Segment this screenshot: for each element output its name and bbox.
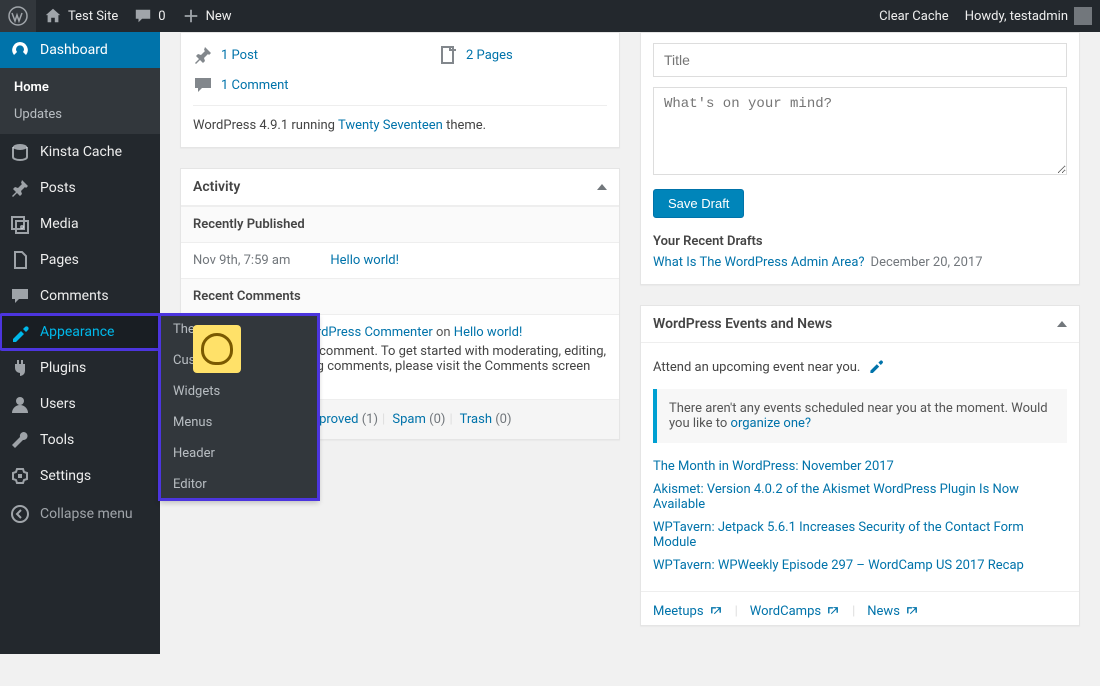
save-draft-button[interactable]: Save Draft xyxy=(653,189,744,218)
menu-comments[interactable]: Comments xyxy=(0,278,160,314)
adminbar-comments[interactable]: 0 xyxy=(126,0,173,32)
submenu-appearance-header[interactable]: Header xyxy=(159,438,319,469)
clear-cache-link[interactable]: Clear Cache xyxy=(871,0,957,32)
dashboard-icon xyxy=(10,40,30,60)
adminbar-new[interactable]: New xyxy=(174,0,240,32)
news-list: The Month in WordPress: November 2017 Aki… xyxy=(653,455,1067,577)
news-item[interactable]: WPTavern: Jetpack 5.6.1 Increases Securi… xyxy=(653,520,1024,550)
menu-plugins[interactable]: Plugins xyxy=(0,350,160,386)
site-name: Test Site xyxy=(68,9,118,24)
pin-icon xyxy=(193,45,213,65)
media-icon xyxy=(10,214,30,234)
wp-logo[interactable] xyxy=(0,0,36,32)
plus-icon xyxy=(182,7,200,25)
wp-version-line: WordPress 4.9.1 running Twenty Seventeen… xyxy=(193,105,607,133)
recent-comments-heading: Recent Comments xyxy=(181,278,619,315)
howdy-text: Howdy, testadmin xyxy=(965,9,1068,24)
menu-kinsta-cache[interactable]: Kinsta Cache xyxy=(0,134,160,170)
theme-link[interactable]: Twenty Seventeen xyxy=(338,118,443,133)
menu-settings[interactable]: Settings xyxy=(0,458,160,494)
draft-link[interactable]: What Is The WordPress Admin Area? xyxy=(653,255,865,270)
submenu-dashboard: Home Updates xyxy=(0,68,160,134)
admin-menu: Dashboard Home Updates Kinsta Cache Post… xyxy=(0,32,160,654)
plugins-icon xyxy=(10,358,30,378)
glance-pages[interactable]: 2 Pages xyxy=(438,45,513,65)
pencil-icon xyxy=(868,357,884,373)
submenu-updates[interactable]: Updates xyxy=(0,101,160,128)
site-name-link[interactable]: Test Site xyxy=(36,0,126,32)
menu-dashboard[interactable]: Dashboard xyxy=(0,32,160,68)
events-footer-links: Meetups | WordCamps | News xyxy=(641,591,1079,625)
news-item[interactable]: Akismet: Version 4.0.2 of the Akismet Wo… xyxy=(653,482,1019,512)
glance-comments[interactable]: 1 Comment xyxy=(193,75,607,105)
pages-icon xyxy=(438,45,458,65)
users-icon xyxy=(10,394,30,414)
news-item[interactable]: WPTavern: WPWeekly Episode 297 – WordCam… xyxy=(653,558,1024,573)
menu-tools[interactable]: Tools xyxy=(0,422,160,458)
widget-quick-draft: Save Draft Your Recent Drafts What Is Th… xyxy=(640,32,1080,285)
tools-icon xyxy=(10,430,30,450)
wordcamps-link[interactable]: WordCamps xyxy=(750,604,840,619)
news-item[interactable]: The Month in WordPress: November 2017 xyxy=(653,459,894,474)
edit-location-button[interactable] xyxy=(868,357,884,377)
glance-posts[interactable]: 1 Post xyxy=(193,45,258,65)
adminbar-comment-count: 0 xyxy=(158,9,165,24)
submenu-appearance-widgets[interactable]: Widgets xyxy=(159,376,319,407)
widget-events-news: WordPress Events and News Attend an upco… xyxy=(640,305,1080,626)
published-date: Nov 9th, 7:59 am xyxy=(193,253,290,268)
external-icon xyxy=(826,605,840,619)
menu-appearance[interactable]: Appearance ThemesCustomizeWidgetsMenusHe… xyxy=(0,314,160,350)
activity-title: Activity xyxy=(193,179,240,195)
adminbar-new-label: New xyxy=(206,9,232,24)
no-events-note: There aren't any events scheduled near y… xyxy=(653,389,1067,443)
home-icon xyxy=(44,7,62,25)
external-icon xyxy=(905,605,919,619)
published-link[interactable]: Hello world! xyxy=(330,253,399,268)
organize-link[interactable]: organize one? xyxy=(731,416,812,431)
menu-media[interactable]: Media xyxy=(0,206,160,242)
news-link[interactable]: News xyxy=(867,604,919,619)
mod-spam[interactable]: Spam xyxy=(392,412,426,427)
events-title: WordPress Events and News xyxy=(653,316,832,332)
recently-published-heading: Recently Published xyxy=(181,206,619,243)
database-icon xyxy=(10,142,30,162)
appearance-icon xyxy=(10,322,30,342)
comments-icon xyxy=(10,286,30,306)
wordpress-icon xyxy=(8,6,28,26)
collapse-icon xyxy=(10,504,30,524)
menu-users[interactable]: Users xyxy=(0,386,160,422)
menu-posts[interactable]: Posts xyxy=(0,170,160,206)
toggle-activity[interactable] xyxy=(597,184,607,190)
widget-at-a-glance: 1 Post 2 Pages 1 Comment WordPress 4.9.1… xyxy=(180,32,620,148)
pin-icon xyxy=(10,178,30,198)
toggle-events[interactable] xyxy=(1057,321,1067,327)
submenu-appearance-menus[interactable]: Menus xyxy=(159,407,319,438)
menu-pages[interactable]: Pages xyxy=(0,242,160,278)
events-intro: Attend an upcoming event near you. xyxy=(653,360,860,375)
published-item: Nov 9th, 7:59 am Hello world! xyxy=(181,243,619,278)
meetups-link[interactable]: Meetups xyxy=(653,604,723,619)
avatar xyxy=(1074,7,1092,25)
external-icon xyxy=(709,605,723,619)
mod-trash[interactable]: Trash xyxy=(460,412,492,427)
draft-title-input[interactable] xyxy=(653,43,1067,77)
admin-bar: Test Site 0 New Clear Cache Howdy, testa… xyxy=(0,0,1100,32)
recent-drafts-heading: Your Recent Drafts xyxy=(653,234,1067,249)
draft-date: December 20, 2017 xyxy=(871,255,983,270)
collapse-menu[interactable]: Collapse menu xyxy=(0,494,160,534)
draft-item: What Is The WordPress Admin Area? Decembe… xyxy=(653,255,1067,270)
pages-icon xyxy=(10,250,30,270)
comment-post-link[interactable]: Hello world! xyxy=(454,325,523,340)
commenter-avatar xyxy=(193,325,241,373)
my-account[interactable]: Howdy, testadmin xyxy=(957,0,1100,32)
submenu-appearance-editor[interactable]: Editor xyxy=(159,469,319,500)
settings-icon xyxy=(10,466,30,486)
comment-icon xyxy=(134,7,152,25)
submenu-home[interactable]: Home xyxy=(0,74,160,101)
comment-icon xyxy=(193,75,213,95)
draft-content-input[interactable] xyxy=(653,87,1067,175)
